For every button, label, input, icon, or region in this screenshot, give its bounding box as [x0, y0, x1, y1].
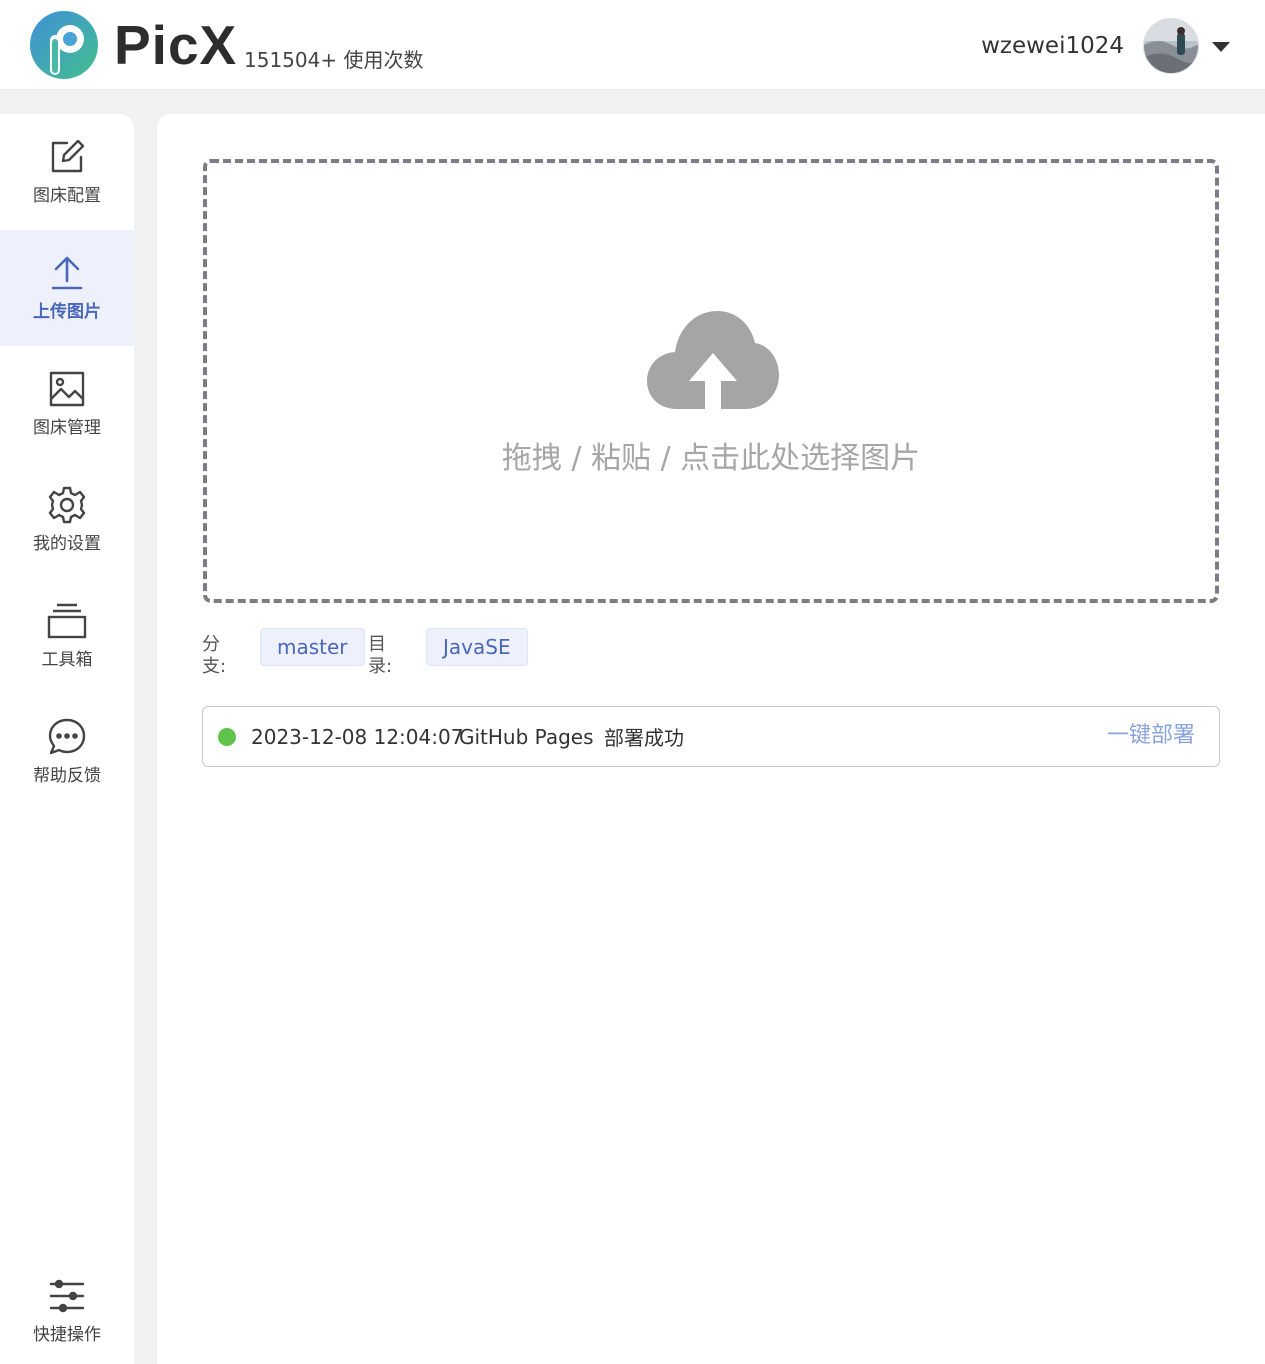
upload-icon — [47, 253, 87, 293]
sidebar-item-label: 帮助反馈 — [33, 766, 101, 786]
toolbox-icon — [47, 601, 87, 641]
usage-count: 151504+ 使用次数 — [244, 48, 424, 72]
image-icon — [47, 369, 87, 409]
sidebar-item-label: 我的设置 — [33, 534, 101, 554]
branch-label: 分支: — [202, 634, 227, 677]
deploy-status-bar: 2023-12-08 12:04:07 GitHub Pages 部署成功 一键… — [202, 706, 1220, 767]
cloud-upload-icon — [645, 309, 781, 413]
sliders-icon — [47, 1276, 87, 1316]
app-header: PicX 151504+ 使用次数 wzewei1024 — [0, 0, 1265, 90]
deploy-status: 部署成功 — [604, 726, 684, 750]
dir-tag[interactable]: JavaSE — [426, 628, 528, 666]
gear-icon — [47, 485, 87, 525]
sidebar-item-imagebed-config[interactable]: 图床配置 — [0, 114, 134, 230]
caret-down-icon[interactable] — [1210, 39, 1232, 53]
sidebar-item-label: 图床配置 — [33, 186, 101, 206]
sidebar-item-upload[interactable]: 上传图片 — [0, 230, 134, 346]
deploy-time: 2023-12-08 12:04:07 — [251, 725, 464, 749]
upload-dropzone[interactable]: 拖拽 / 粘贴 / 点击此处选择图片 — [203, 159, 1219, 603]
sidebar-item-label: 图床管理 — [33, 418, 101, 438]
app-brand: PicX — [114, 14, 238, 76]
sidebar-item-imagebed-manage[interactable]: 图床管理 — [0, 346, 134, 462]
status-indicator — [218, 728, 236, 746]
one-click-deploy-button[interactable]: 一键部署 — [1107, 721, 1195, 751]
dir-label: 目录: — [368, 634, 393, 677]
deploy-service: GitHub Pages — [459, 725, 594, 749]
branch-tag[interactable]: master — [260, 628, 365, 666]
sidebar-item-label: 快捷操作 — [33, 1325, 101, 1345]
chat-icon — [47, 717, 87, 757]
avatar[interactable] — [1143, 18, 1199, 74]
picx-logo-icon[interactable] — [28, 9, 100, 81]
sidebar-item-label: 工具箱 — [41, 650, 93, 670]
sidebar-item-quick-actions[interactable]: 快捷操作 — [0, 1258, 134, 1364]
main-panel: 拖拽 / 粘贴 / 点击此处选择图片 分支: master 目录: JavaSE… — [157, 114, 1265, 1364]
sidebar-item-label: 上传图片 — [33, 302, 101, 322]
username[interactable]: wzewei1024 — [981, 31, 1124, 61]
sidebar-item-settings[interactable]: 我的设置 — [0, 462, 134, 578]
dropzone-hint: 拖拽 / 粘贴 / 点击此处选择图片 — [501, 441, 921, 476]
sidebar-item-toolbox[interactable]: 工具箱 — [0, 578, 134, 694]
sidebar-item-help[interactable]: 帮助反馈 — [0, 694, 134, 810]
edit-icon — [47, 137, 87, 177]
sidebar: 图床配置 上传图片 图床管理 我的设置 工具箱 帮助反馈 快捷操作 — [0, 114, 134, 1364]
